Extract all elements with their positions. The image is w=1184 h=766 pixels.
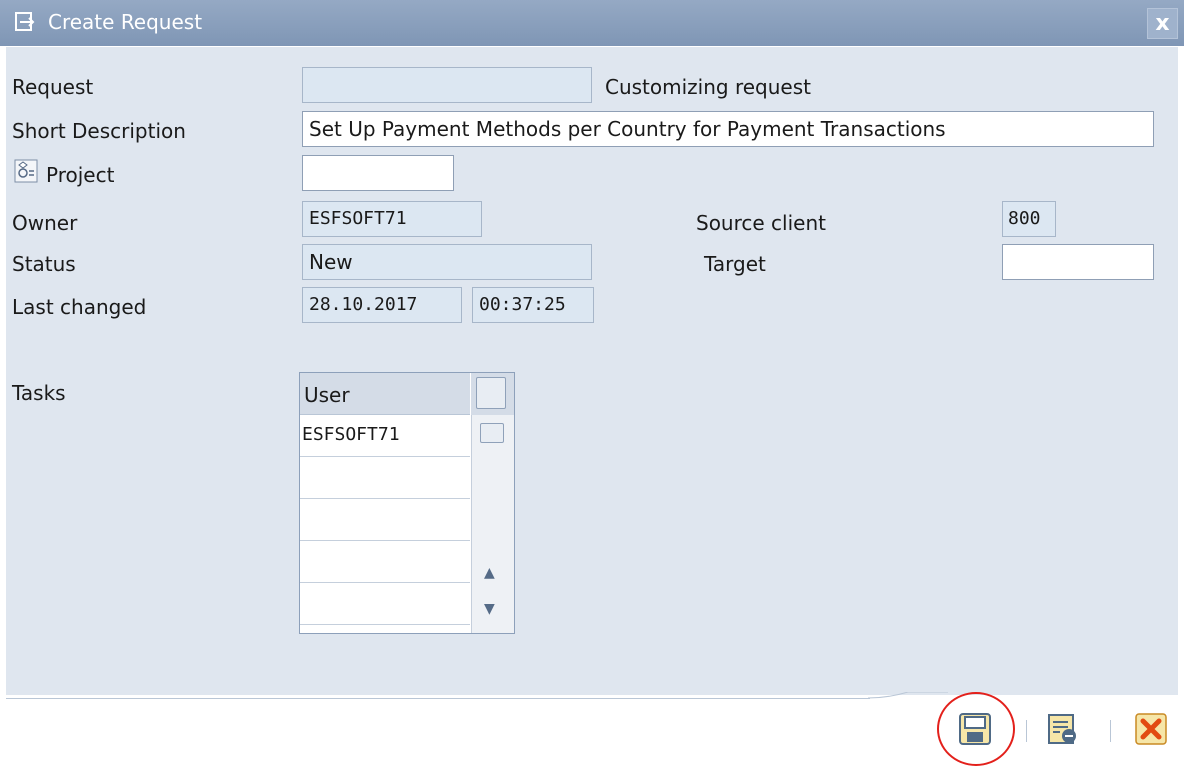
table-row[interactable]: [300, 499, 470, 541]
project-label: Project: [46, 163, 115, 187]
short-description-input[interactable]: Set Up Payment Methods per Country for P…: [302, 111, 1154, 147]
toolbar-separator: [1110, 720, 1111, 742]
source-client-field: 800: [1002, 201, 1056, 237]
source-client-label: Source client: [696, 211, 826, 235]
project-input[interactable]: [302, 155, 454, 191]
user-column-header[interactable]: User: [300, 373, 470, 415]
create-request-dialog: Create Request x Request Customizing req…: [0, 0, 1184, 766]
owner-label: Owner: [12, 211, 78, 235]
owner-field: ESFSOFT71: [302, 201, 482, 237]
short-description-label: Short Description: [12, 119, 186, 143]
dialog-window-icon: [14, 11, 36, 38]
row-select-checkbox[interactable]: [480, 423, 504, 443]
last-changed-date: 28.10.2017: [302, 287, 462, 323]
table-row[interactable]: [300, 457, 470, 499]
choose-local-change-button[interactable]: [1046, 712, 1080, 746]
dialog-title: Create Request: [48, 10, 203, 34]
request-label: Request: [12, 75, 94, 99]
target-label: Target: [704, 252, 766, 276]
scroll-down-arrow-icon[interactable]: ▼: [484, 601, 495, 617]
cancel-icon: [1135, 713, 1167, 745]
vertical-scrollbar[interactable]: ▲ ▼: [471, 415, 514, 633]
toolbar-separator: [1026, 720, 1027, 742]
status-field: New: [302, 244, 592, 280]
last-changed-label: Last changed: [12, 295, 147, 319]
request-field[interactable]: [302, 67, 592, 103]
tasks-table: User ESFSOFT71 ▲ ▼: [299, 372, 515, 634]
footer-divider: [6, 698, 870, 699]
last-changed-time: 00:37:25: [472, 287, 594, 323]
scroll-up-arrow-icon[interactable]: ▲: [484, 565, 495, 581]
project-icon[interactable]: [14, 159, 38, 183]
status-label: Status: [12, 252, 76, 276]
request-type-text: Customizing request: [605, 75, 811, 99]
close-button[interactable]: x: [1147, 8, 1178, 39]
footer-divider-slope: [868, 692, 948, 699]
table-row[interactable]: [300, 583, 470, 625]
tasks-label: Tasks: [12, 381, 66, 405]
choose-local-change-icon: [1048, 714, 1076, 744]
table-row[interactable]: ESFSOFT71: [300, 415, 470, 457]
save-button-highlight-circle: [937, 692, 1015, 766]
select-all-button[interactable]: [476, 377, 506, 409]
table-row[interactable]: [300, 541, 470, 583]
target-input[interactable]: [1002, 244, 1154, 280]
form-area: Request Customizing request Short Descri…: [6, 47, 1178, 695]
title-bar: Create Request x: [0, 0, 1184, 46]
cancel-button[interactable]: [1134, 712, 1168, 746]
